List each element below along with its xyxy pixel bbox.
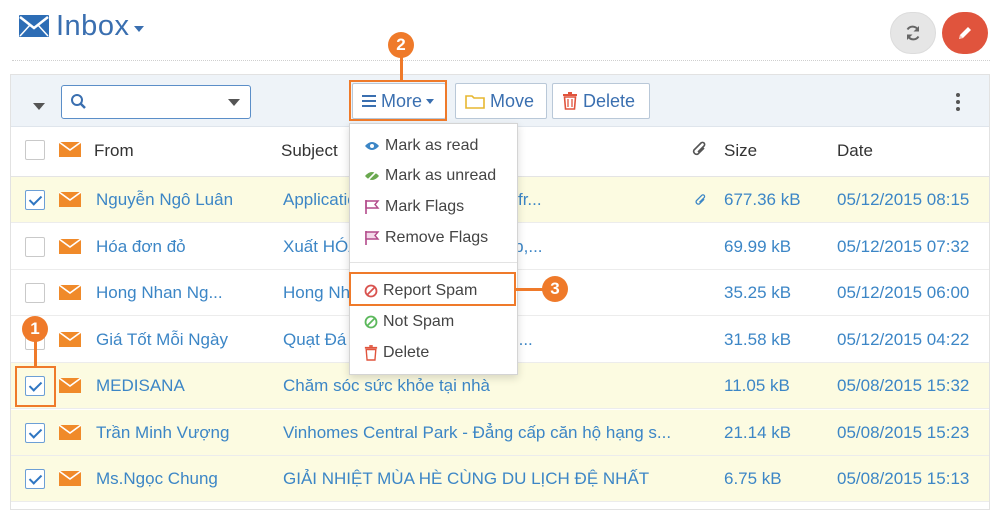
menu-item-label: Not Spam — [383, 313, 455, 330]
date-cell: 05/12/2015 08:15 — [837, 190, 970, 209]
menu-item-mark-as-read[interactable]: Mark as read — [350, 131, 517, 161]
menu-item-label: Delete — [383, 344, 430, 361]
size-cell: 677.36 kB — [724, 190, 801, 209]
search-input[interactable] — [61, 85, 251, 119]
trash-icon — [364, 345, 378, 361]
page-title: Inbox — [56, 9, 130, 42]
sender-cell: Ms.Ngọc Chung — [96, 469, 218, 488]
select-all-checkbox[interactable] — [25, 140, 45, 160]
envelope-icon — [59, 285, 81, 300]
pencil-icon — [959, 27, 971, 39]
sender-cell: Hong Nhan Ng... — [96, 283, 223, 302]
annotation-connector — [34, 340, 37, 366]
date-cell: 05/08/2015 15:23 — [837, 422, 970, 442]
flag-icon — [365, 200, 380, 214]
menu-divider — [350, 262, 517, 263]
row-checkbox[interactable] — [25, 283, 45, 303]
sender-cell: Nguyễn Ngô Luân — [96, 190, 234, 209]
menu-item-label: Mark as unread — [385, 167, 497, 184]
size-cell: 35.25 kB — [724, 283, 792, 302]
toolbar: More Move Delete — [11, 75, 989, 127]
date-cell: 05/08/2015 15:13 — [837, 469, 970, 488]
row-checkbox[interactable] — [25, 190, 45, 210]
column-header-subject[interactable]: Subject — [281, 141, 338, 161]
folder-icon — [465, 95, 485, 109]
paperclip-icon — [692, 141, 706, 156]
annotation-badge-1: 1 — [22, 316, 48, 342]
size-cell: 21.14 kB — [724, 422, 792, 442]
inbox-header[interactable]: Inbox — [18, 6, 145, 46]
highlight-more-button — [349, 80, 447, 121]
size-cell: 31.58 kB — [724, 329, 792, 349]
date-cell: 05/08/2015 15:32 — [837, 376, 970, 395]
menu-item-label: Mark Flags — [385, 198, 465, 215]
row-checkbox[interactable] — [25, 236, 45, 257]
menu-item-label: Mark as read — [385, 137, 479, 154]
size-cell: 6.75 kB — [724, 469, 782, 488]
sender-cell: MEDISANA — [96, 376, 185, 395]
menu-item-mark-flags[interactable]: Mark Flags — [350, 192, 517, 222]
date-cell: 05/12/2015 06:00 — [837, 283, 970, 302]
date-cell: 05/12/2015 04:22 — [837, 329, 970, 349]
envelope-logo-icon — [19, 15, 49, 37]
more-dropdown-menu: Mark as read Mark as unread Mark Flags R… — [349, 123, 518, 375]
trash-icon — [563, 92, 577, 110]
search-options-caret-icon[interactable] — [228, 99, 240, 106]
subject-cell: Vinhomes Central Park - Đẳng cấp căn hộ … — [283, 422, 672, 442]
size-cell: 11.05 kB — [724, 376, 790, 395]
row-checkbox[interactable] — [25, 422, 45, 443]
refresh-icon — [906, 25, 920, 41]
chevron-down-icon[interactable] — [134, 26, 145, 32]
envelope-icon — [59, 238, 81, 254]
sender-cell: Giá Tốt Mỗi Ngày — [96, 329, 228, 349]
select-dropdown-caret-icon[interactable] — [33, 103, 45, 110]
annotation-connector — [400, 56, 403, 80]
size-cell: 69.99 kB — [724, 236, 792, 256]
header-divider — [12, 60, 990, 61]
envelope-icon — [59, 378, 81, 393]
more-options-icon[interactable] — [956, 93, 960, 111]
envelope-icon — [59, 192, 81, 207]
compose-button[interactable] — [942, 12, 988, 54]
highlight-report-spam — [349, 272, 516, 306]
sender-cell: Hóa đơn đỏ — [96, 236, 186, 256]
date-cell: 05/12/2015 07:32 — [837, 236, 970, 256]
subject-cell: GIẢI NHIỆT MÙA HÈ CÙNG DU LỊCH ĐỆ NHẤT — [283, 469, 650, 488]
table-row[interactable]: Ms.Ngọc Chung GIẢI NHIỆT MÙA HÈ CÙNG DU L… — [11, 456, 989, 502]
envelope-icon — [59, 471, 81, 486]
menu-item-label: Remove Flags — [385, 229, 489, 246]
subject-cell: Chăm sóc sức khỏe tại nhà — [283, 376, 490, 395]
column-header-size[interactable]: Size — [724, 141, 757, 161]
search-icon — [71, 94, 86, 109]
envelope-icon — [59, 424, 81, 440]
annotation-badge-2: 2 — [388, 32, 414, 58]
delete-button[interactable]: Delete — [552, 83, 650, 119]
delete-button-label: Delete — [583, 90, 636, 111]
ban-icon — [364, 315, 378, 329]
paperclip-icon — [695, 194, 706, 205]
highlight-checkbox — [15, 366, 56, 407]
menu-item-delete[interactable]: Delete — [350, 338, 517, 368]
menu-item-mark-as-unread[interactable]: Mark as unread — [350, 161, 517, 191]
table-row[interactable]: Trần Minh Vượng Vinhomes Central Park - Đ… — [11, 409, 989, 456]
eye-slash-icon — [365, 170, 379, 182]
flag-outline-icon — [365, 231, 380, 245]
annotation-badge-3: 3 — [542, 276, 568, 302]
menu-item-not-spam[interactable]: Not Spam — [350, 307, 517, 337]
column-header-date[interactable]: Date — [837, 141, 873, 161]
annotation-connector — [516, 288, 544, 291]
eye-icon — [365, 142, 379, 150]
move-button-label: Move — [490, 90, 535, 111]
row-checkbox[interactable] — [25, 469, 45, 489]
envelope-icon — [59, 142, 81, 157]
sender-cell: Trần Minh Vượng — [96, 422, 230, 442]
column-header-from[interactable]: From — [94, 141, 134, 161]
envelope-icon — [59, 331, 81, 347]
move-button[interactable]: Move — [455, 83, 547, 119]
menu-item-remove-flags[interactable]: Remove Flags — [350, 223, 517, 253]
refresh-button[interactable] — [890, 12, 936, 54]
